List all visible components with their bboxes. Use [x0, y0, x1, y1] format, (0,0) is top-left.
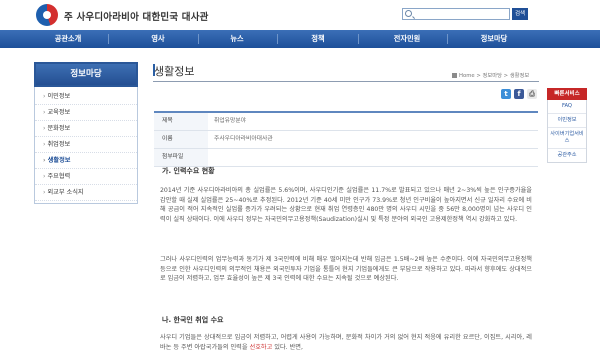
left-nav-item-living[interactable]: 생활정보	[35, 153, 137, 169]
meta-label: 제목	[154, 113, 208, 130]
left-nav-item-culture[interactable]: 문화정보	[35, 121, 137, 137]
left-nav: 정보마당 이민정보 교육정보 문화정보 취업정보 생활정보 주요협력 외교부 소…	[34, 62, 138, 204]
nav-item-policy[interactable]: 정책	[278, 30, 358, 48]
meta-label: 첨부파일	[154, 149, 208, 166]
quick-service-title: 빠른서비스	[547, 88, 587, 100]
meta-row-name: 이름 주사우디아라비아대사관	[154, 131, 538, 149]
content-paragraph: 2014년 기준 사우디아라비아의 총 실업률은 5.6%이며, 사우디인기준 …	[160, 187, 532, 223]
quick-service-panel: 빠른서비스 FAQ 이민정보 사이버기업서비스 공관주소	[547, 88, 587, 163]
left-nav-item-newsletter[interactable]: 외교부 소식지	[35, 185, 137, 201]
print-icon[interactable]: ⎙	[527, 89, 537, 99]
left-nav-item-immigration[interactable]: 이민정보	[35, 89, 137, 105]
paragraph-text: 사우디 기업들은 상대적으로 임금이 저렴하고, 어렵게 사용이 가능하며, 문…	[160, 334, 532, 351]
quick-service-list: FAQ 이민정보 사이버기업서비스 공관주소	[547, 100, 587, 163]
nav-item-news[interactable]: 뉴스	[197, 30, 277, 48]
taegeuk-logo-icon[interactable]	[36, 4, 58, 26]
left-nav-list: 이민정보 교육정보 문화정보 취업정보 생활정보 주요협력 외교부 소식지	[34, 87, 138, 204]
nav-item-info[interactable]: 정보마당	[454, 30, 534, 48]
page-title: 생활정보	[154, 65, 195, 78]
content-paragraph: 사우디 기업들은 상대적으로 임금이 저렴하고, 어렵게 사용이 가능하며, 문…	[160, 333, 532, 352]
paragraph-text: 있다. 반면,	[272, 343, 303, 351]
search-button[interactable]: 검색	[512, 8, 528, 20]
left-nav-item-employment[interactable]: 취업정보	[35, 137, 137, 153]
site-title[interactable]: 주 사우디아라비아 대한민국 대사관	[64, 9, 209, 23]
home-icon[interactable]	[452, 73, 457, 78]
quick-link-cyber-service[interactable]: 사이버기업서비스	[548, 128, 586, 149]
left-nav-title: 정보마당	[34, 62, 138, 87]
nav-item-e-service[interactable]: 전자민원	[367, 30, 447, 48]
twitter-icon[interactable]: t	[501, 89, 511, 99]
left-nav-item-cooperation[interactable]: 주요협력	[35, 169, 137, 185]
nav-item-consular[interactable]: 영사	[118, 30, 198, 48]
nav-divider	[447, 34, 448, 44]
section-title: 나. 한국인 취업 수요	[162, 316, 224, 324]
facebook-icon[interactable]: f	[514, 89, 524, 99]
quick-link-immigration[interactable]: 이민정보	[548, 114, 586, 128]
title-divider	[153, 81, 539, 82]
nav-item-about[interactable]: 공관소개	[28, 30, 108, 48]
nav-divider	[358, 34, 359, 44]
meta-row-subject: 제목 취업유망분야	[154, 113, 538, 131]
left-nav-item-education[interactable]: 교육정보	[35, 105, 137, 121]
global-nav: 공관소개 영사 뉴스 정책 전자민원 정보마당	[0, 30, 600, 48]
breadcrumb-text[interactable]: Home > 정보마당 > 생활정보	[459, 73, 529, 79]
search-input[interactable]	[402, 8, 510, 20]
quick-link-address[interactable]: 공관주소	[548, 149, 586, 162]
content-paragraph: 그러나 사우디인력의 업무능력과 동기가 제 3국인력에 비해 매우 떨어지는데…	[160, 256, 532, 282]
meta-label: 이름	[154, 131, 208, 148]
nav-divider	[108, 34, 109, 44]
quick-link-faq[interactable]: FAQ	[548, 100, 586, 114]
meta-value: 취업유망분야	[214, 118, 246, 124]
attachment-link[interactable]	[208, 149, 538, 166]
section-title: 가. 인력수요 현황	[162, 167, 215, 175]
breadcrumb: Home > 정보마당 > 생활정보	[452, 71, 529, 79]
meta-table: 제목 취업유망분야 이름 주사우디아라비아대사관 첨부파일	[154, 111, 538, 167]
meta-value: 주사우디아라비아대사관	[214, 136, 273, 142]
highlight-text: 선호하고	[249, 343, 273, 351]
search-icon	[405, 10, 412, 17]
header: 주 사우디아라비아 대한민국 대사관 검색	[0, 0, 600, 30]
meta-row-attachment: 첨부파일	[154, 149, 538, 167]
